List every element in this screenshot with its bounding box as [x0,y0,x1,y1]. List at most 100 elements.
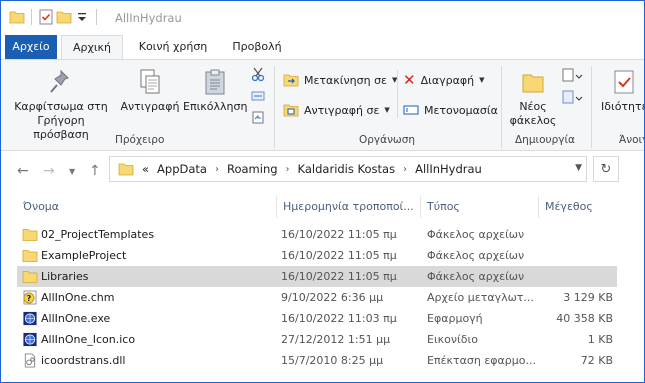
list-item[interactable]: icoordstrans.dll 15/7/2010 8:25 μμ Επέκτ… [17,350,617,371]
window-title: AllInHydrau [115,11,182,25]
file-date: 15/7/2010 8:25 μμ [281,354,384,367]
file-date: 16/10/2022 11:05 πμ [281,228,397,241]
list-item[interactable]: ExampleProject 16/10/2022 11:05 πμ Φάκελ… [17,245,617,266]
file-type: Φάκελος αρχείων [427,228,525,241]
customize-toolbar-icon[interactable] [74,9,90,25]
vertical-scrollbar[interactable] [629,196,644,382]
delete-button[interactable]: ✕ Διαγραφή ▼ [403,70,484,90]
properties-icon [614,70,634,94]
file-name: AllInOne.exe [41,312,111,325]
breadcrumb-kaldaridis[interactable]: Kaldaridis Kostas [298,162,396,176]
file-type: Αρχείο μεταγλωτ... [427,291,534,304]
tab-share[interactable]: Κοινή χρήση [125,35,221,59]
column-divider[interactable] [276,196,277,218]
easy-access-icon[interactable] [561,90,583,109]
chevron-right-icon[interactable]: › [215,164,219,175]
column-header-date[interactable]: Ημερομηνία τροποποί... [283,200,414,213]
pin-quick-access-button[interactable]: Καρφίτσωμα στη Γρήγορη πρόσβαση [11,68,111,142]
refresh-icon: ↻ [600,161,612,177]
title-bar: AllInHydrau [1,1,644,35]
copy-folder-icon [283,104,299,117]
file-date: 16/10/2022 11:05 πμ [281,249,397,262]
list-item-selected[interactable]: Libraries 16/10/2022 11:05 πμ Φάκελος αρ… [17,266,617,287]
cut-icon[interactable] [251,66,265,85]
file-name: ExampleProject [41,249,127,262]
folder-icon [22,271,38,283]
recent-locations-chevron-icon[interactable]: ▼ [69,167,75,176]
file-type: Εφαρμογή [427,312,483,325]
properties-button[interactable]: Ιδιότητες [597,68,644,114]
chevron-down-icon: ▼ [479,76,485,84]
rename-button[interactable]: Μετονομασία [403,100,498,120]
copy-path-icon[interactable] [251,90,265,105]
paste-button[interactable]: Επικόλληση [183,68,247,114]
properties-check-icon[interactable] [38,9,54,25]
dll-file-icon [24,353,36,368]
ribbon-tabs: Αρχείο Αρχική Κοινή χρήση Προβολή [1,35,644,59]
folder-icon [22,229,38,241]
organize-group-label: Οργάνωση [359,134,416,146]
new-group-label: Δημιουργία [515,134,575,146]
column-header-size[interactable]: Μέγεθος [545,200,593,213]
chevron-right-icon[interactable]: › [286,164,290,175]
copy-button[interactable]: Αντιγραφή [119,68,181,114]
new-folder-icon[interactable] [56,9,72,25]
group-divider [501,66,502,148]
column-divider[interactable] [420,196,421,218]
file-name: AllInOne.chm [41,291,115,304]
up-arrow-icon[interactable]: ↑ [89,163,101,179]
back-arrow-icon[interactable]: ← [17,163,29,179]
chevron-right-icon[interactable]: › [403,164,407,175]
tab-view[interactable]: Προβολή [225,35,289,59]
copy-to-label: Αντιγραφή σε [304,103,380,117]
toolbar-divider [31,9,32,25]
move-to-button[interactable]: Μετακίνηση σε ▼ [283,70,397,90]
column-header-name[interactable]: Όνομα [23,200,59,213]
breadcrumb-overflow[interactable]: « [142,162,149,176]
file-date: 16/10/2022 11:05 πμ [281,270,397,283]
copy-icon [140,69,160,94]
ribbon: Καρφίτσωμα στη Γρήγορη πρόσβαση Αντιγραφ… [1,59,644,151]
list-item[interactable]: AllInOne_Icon.ico 27/12/2012 1:51 μμ Εικ… [17,329,617,350]
file-size: 72 KB [580,354,613,367]
file-size: 1 KB [587,333,613,346]
copy-to-button[interactable]: Αντιγραφή σε ▼ [283,100,390,120]
rename-label: Μετονομασία [424,103,498,117]
forward-arrow-icon[interactable]: → [43,163,55,179]
file-type: Επέκταση εφαρμο... [427,354,536,367]
paste-shortcut-icon[interactable] [251,110,265,127]
breadcrumb-appdata[interactable]: AppData [157,162,207,176]
address-bar[interactable]: « AppData › Roaming › Kaldaridis Kostas … [109,156,587,182]
file-type: Φάκελος αρχείων [427,270,525,283]
new-item-icon[interactable] [561,68,583,87]
delete-x-icon: ✕ [403,71,416,89]
column-header-type[interactable]: Τύπος [427,200,460,213]
help-file-icon: ? [23,290,37,305]
new-folder-button[interactable]: Νέος φάκελος [507,68,559,128]
copy-label: Αντιγραφή [120,100,180,113]
folder-icon [118,163,134,176]
breadcrumb-allinhydrau[interactable]: AllInHydrau [415,162,482,176]
paste-label: Επικόλληση [183,100,248,113]
pin-label: Καρφίτσωμα στη Γρήγορη πρόσβαση [14,100,108,141]
move-folder-icon [283,74,299,87]
tab-home[interactable]: Αρχική [61,35,123,59]
globe-app-icon [23,332,37,347]
column-divider[interactable] [538,196,539,218]
breadcrumb-roaming[interactable]: Roaming [227,162,278,176]
folder-icon [9,9,25,25]
file-date: 9/10/2022 6:36 μμ [281,291,384,304]
group-divider [274,66,275,148]
address-dropdown-icon[interactable]: ▼ [575,163,582,173]
refresh-button[interactable]: ↻ [593,156,619,182]
list-item[interactable]: AllInOne.exe 16/10/2022 11:03 πμ Εφαρμογ… [17,308,617,329]
toolbar-divider [96,9,97,25]
file-size: 3 129 KB [563,291,613,304]
tab-file[interactable]: Αρχείο [5,35,57,59]
list-item[interactable]: 02_ProjectTemplates 16/10/2022 11:05 πμ … [17,224,617,245]
pin-icon [50,69,69,93]
open-group-label: Άνοιγμα [619,134,644,146]
breadcrumb: « AppData › Roaming › Kaldaridis Kostas … [110,162,482,176]
list-item[interactable]: ? AllInOne.chm 9/10/2022 6:36 μμ Αρχείο … [17,287,617,308]
properties-label: Ιδιότητες [601,100,644,113]
